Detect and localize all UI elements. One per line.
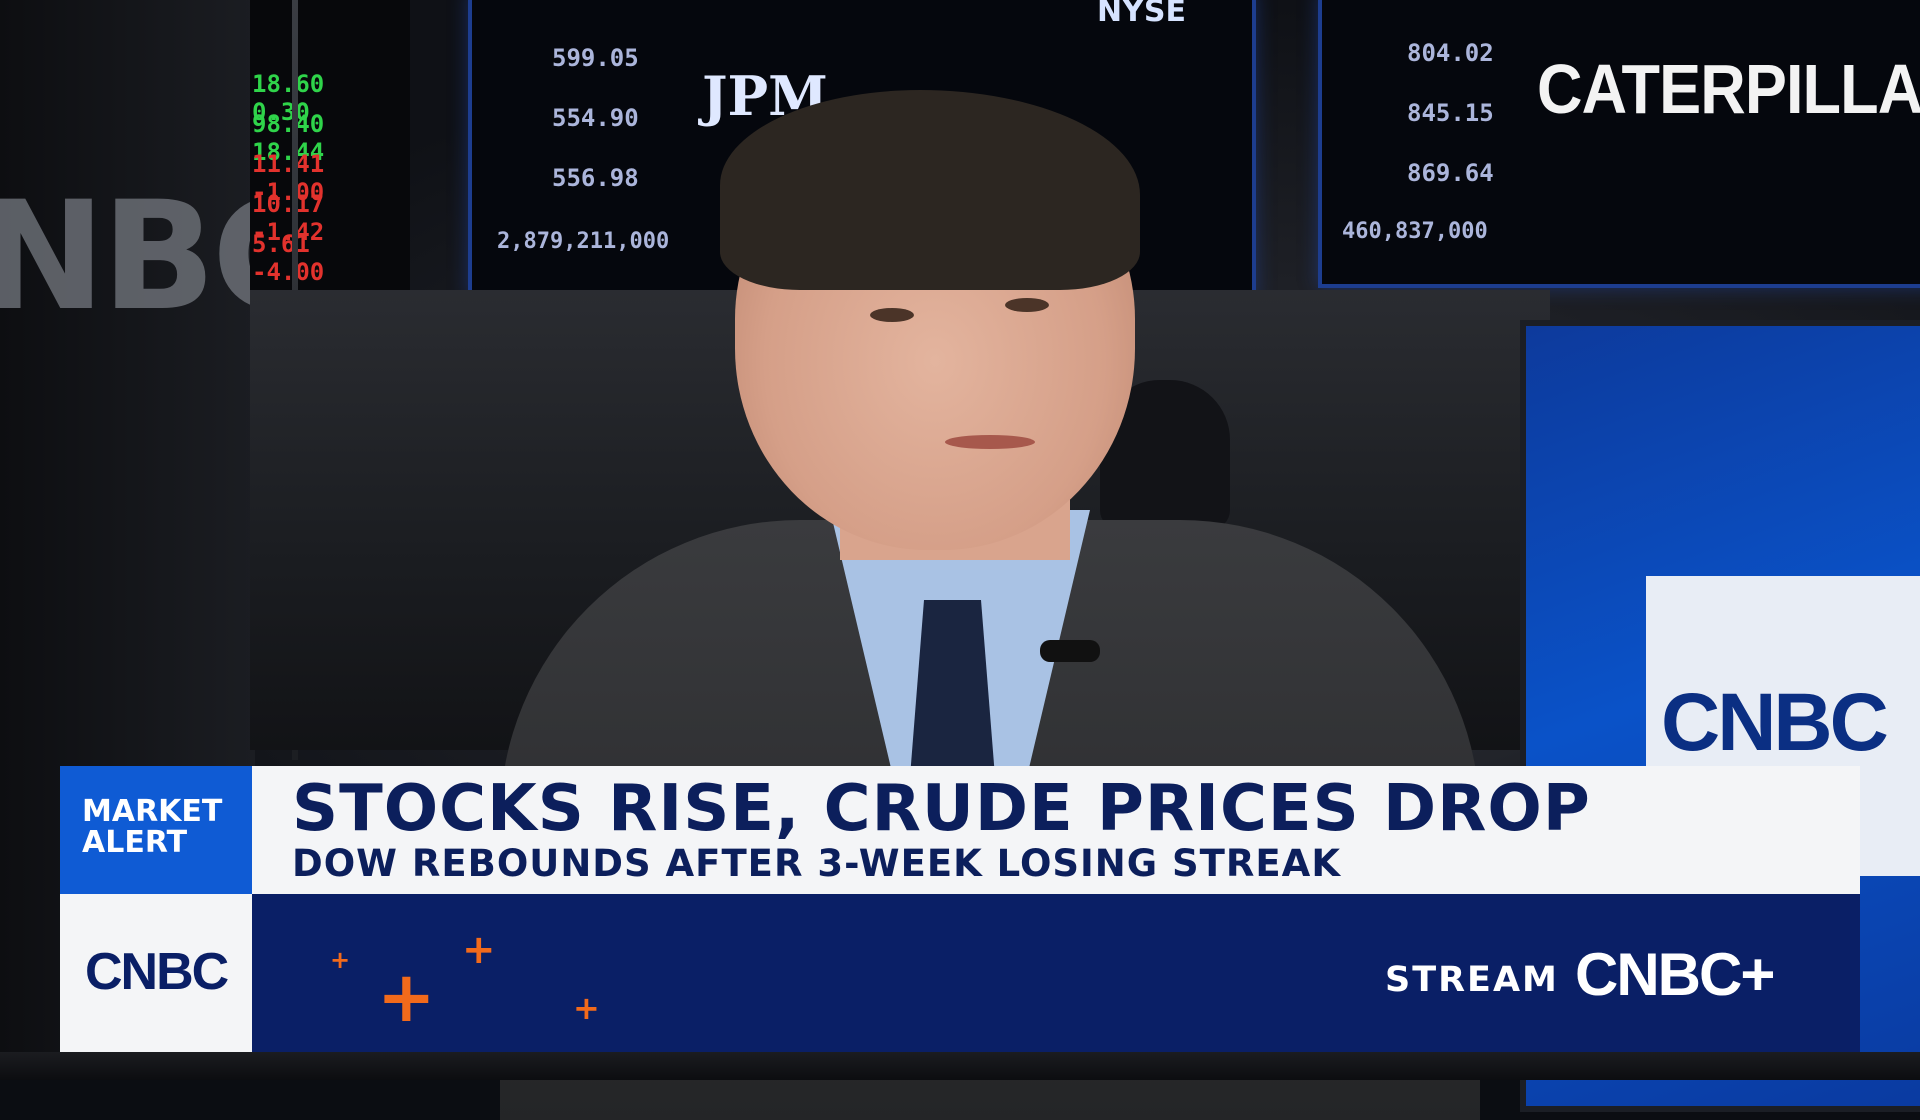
subheadline: DOW REBOUNDS AFTER 3-WEEK LOSING STREAK [292, 842, 1341, 885]
plus-icon: + [330, 946, 351, 974]
guest-eye [870, 308, 914, 322]
stream-label: STREAM [1385, 960, 1559, 1000]
market-alert-tag: MARKET ALERT [60, 766, 252, 894]
guest-mouth [945, 435, 1035, 449]
side-screen-logo: CNBC [1661, 677, 1889, 768]
guest-hair [720, 90, 1140, 290]
ticker-board: 18.600.30 98.4018.44 11.41-1.00 10.17-1.… [250, 0, 410, 290]
ticker-row: 5.61-4.00 [252, 230, 410, 286]
plus-icon: + [462, 927, 496, 973]
nyse-logo: NYSE [1097, 0, 1186, 29]
lapel-mic [1040, 640, 1100, 662]
plus-icon: + [573, 989, 600, 1027]
headline: STOCKS RISE, CRUDE PRICES DROP [292, 772, 1591, 846]
caterpillar-logo: CATERPILLAR [1537, 50, 1920, 128]
cnbc-logo: CNBC [85, 943, 229, 1001]
guest-eye [1005, 298, 1049, 312]
plus-icon: + [377, 956, 436, 1038]
cnbc-plus-logo: CNBC+ [1575, 941, 1775, 1008]
market-alert-label: MARKET ALERT [82, 794, 223, 860]
anchor-desk [0, 1052, 1920, 1080]
